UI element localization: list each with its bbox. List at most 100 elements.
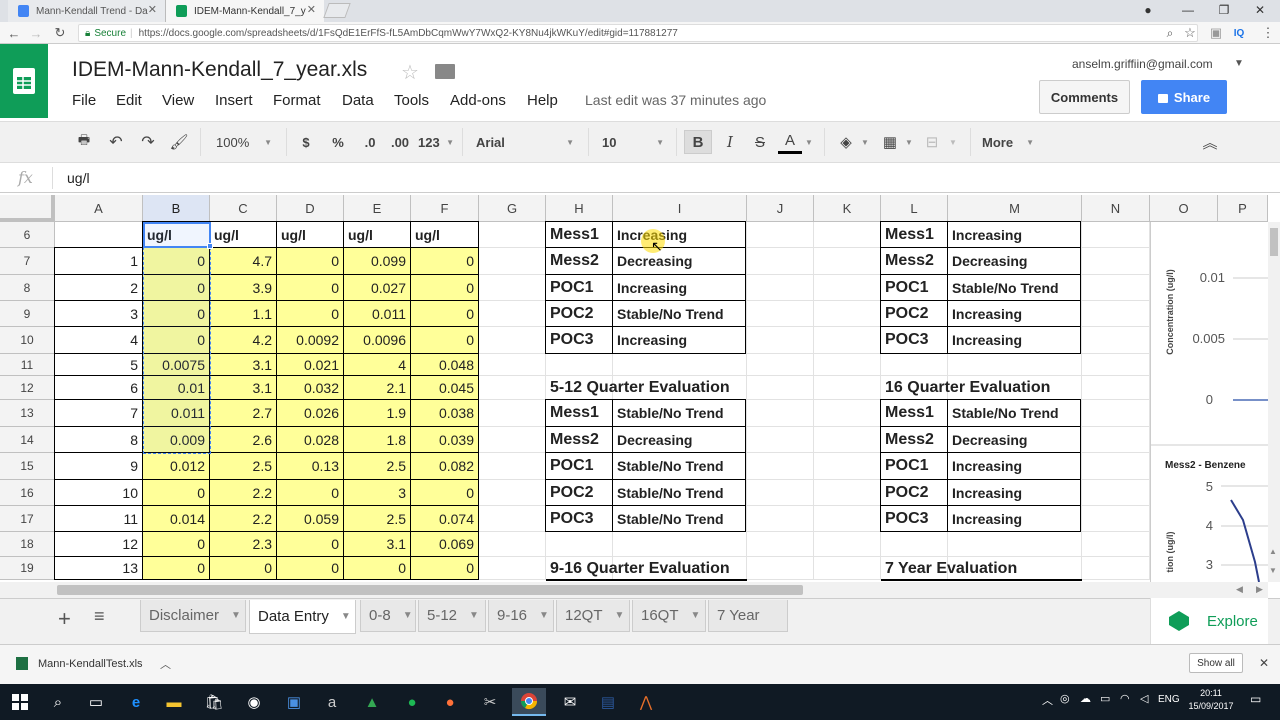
eval-trend-cell[interactable]: Stable/No Trend xyxy=(612,505,746,532)
word-icon[interactable]: ▤ xyxy=(594,688,622,716)
evaluation-section-title[interactable]: 16 Quarter Evaluation xyxy=(881,376,1121,400)
data-cell[interactable]: 2.6 xyxy=(209,426,277,453)
column-header-g[interactable]: G xyxy=(479,195,546,222)
data-cell[interactable]: 0 xyxy=(209,556,277,580)
eval-trend-cell[interactable]: Decreasing xyxy=(612,426,746,453)
column-header-n[interactable]: N xyxy=(1082,195,1150,222)
column-header-j[interactable]: J xyxy=(747,195,814,222)
data-cell[interactable]: 0.021 xyxy=(276,353,344,376)
eval-location-cell[interactable]: POC2 xyxy=(880,300,948,327)
clock-date[interactable]: 15/09/2017 xyxy=(1186,701,1236,711)
collapse-toolbar-icon[interactable]: ︽ xyxy=(1198,130,1222,154)
eval-location-cell[interactable]: Mess1 xyxy=(880,221,948,248)
more-button[interactable]: More ▼ xyxy=(978,130,1038,154)
google-drive-icon[interactable]: ▲ xyxy=(358,688,386,716)
formula-input[interactable]: ug/l xyxy=(67,170,90,186)
maximize-icon[interactable]: ❐ xyxy=(1206,0,1242,20)
row-header[interactable]: 11 xyxy=(0,354,55,376)
data-cell[interactable]: 0 xyxy=(410,479,479,506)
eval-trend-cell[interactable]: Increasing xyxy=(947,300,1081,327)
column-header-e[interactable]: E xyxy=(344,195,411,222)
add-sheet-icon[interactable]: + xyxy=(58,606,71,632)
data-cell[interactable]: 0 xyxy=(142,300,210,327)
sheet-tab-menu-icon[interactable]: ▼ xyxy=(539,610,549,621)
menu-file[interactable]: File xyxy=(72,92,96,109)
scroll-up-icon[interactable]: ▲ xyxy=(1269,547,1277,556)
data-cell[interactable]: 0 xyxy=(142,274,210,301)
scroll-right-icon[interactable]: ▶ xyxy=(1256,584,1263,595)
menu-format[interactable]: Format xyxy=(273,92,321,109)
data-cell[interactable]: 0 xyxy=(410,300,479,327)
column-header-d[interactable]: D xyxy=(277,195,344,222)
data-cell[interactable]: 8 xyxy=(54,426,143,453)
eval-trend-cell[interactable]: Increasing xyxy=(947,505,1081,532)
active-cell[interactable] xyxy=(143,222,211,248)
mail-icon[interactable]: ✉ xyxy=(556,688,584,716)
data-cell[interactable]: 0 xyxy=(410,556,479,580)
eval-location-cell[interactable]: Mess2 xyxy=(880,247,948,275)
eval-trend-cell[interactable]: Stable/No Trend xyxy=(612,399,746,427)
increase-decimal-button[interactable]: .00 xyxy=(386,130,414,154)
column-header-a[interactable]: A xyxy=(55,195,143,222)
battery-icon[interactable]: ▭ xyxy=(1100,692,1110,705)
data-cell[interactable]: 0 xyxy=(142,556,210,580)
data-cell[interactable]: 11 xyxy=(54,505,143,532)
eval-trend-cell[interactable]: Decreasing xyxy=(612,247,746,275)
eval-location-cell[interactable]: Mess2 xyxy=(545,247,613,275)
menu-data[interactable]: Data xyxy=(342,92,374,109)
column-header-f[interactable]: F xyxy=(411,195,479,222)
unit-header-cell[interactable]: ug/l xyxy=(209,221,277,248)
windows-start-icon[interactable] xyxy=(6,688,34,716)
url-field[interactable]: 🔒︎ Secure | https://docs.google.com/spre… xyxy=(78,24,1198,42)
row-header[interactable]: 16 xyxy=(0,480,55,506)
search-icon[interactable]: ⌕ xyxy=(44,688,72,716)
column-header-k[interactable]: K xyxy=(814,195,881,222)
action-center-icon[interactable]: ▭ xyxy=(1250,692,1261,706)
data-cell[interactable]: 0.13 xyxy=(276,452,344,480)
data-cell[interactable]: 0.099 xyxy=(343,247,411,275)
sheet-tab-0-8[interactable]: 0-8 ▼ xyxy=(360,600,416,632)
tray-chevron-icon[interactable]: ︿ xyxy=(1042,692,1053,708)
font-size-dropdown[interactable]: 10 ▼ xyxy=(596,130,670,154)
row-header[interactable]: 9 xyxy=(0,301,55,327)
close-downloads-icon[interactable]: ✕ xyxy=(1259,656,1269,670)
data-cell[interactable]: 5 xyxy=(54,353,143,376)
sheet-tab-menu-icon[interactable]: ▼ xyxy=(691,610,701,621)
folder-icon[interactable] xyxy=(435,64,455,79)
eval-location-cell[interactable]: Mess2 xyxy=(545,426,613,453)
eval-trend-cell[interactable]: Stable/No Trend xyxy=(612,300,746,327)
unit-header-cell[interactable]: ug/l xyxy=(410,221,479,248)
data-cell[interactable]: 0 xyxy=(276,300,344,327)
column-header-l[interactable]: L xyxy=(881,195,948,222)
fill-color-icon[interactable]: ◈ xyxy=(834,130,858,154)
data-cell[interactable]: 2.2 xyxy=(209,479,277,506)
sheet-tab-16qt[interactable]: 16QT ▼ xyxy=(632,600,706,632)
font-family-dropdown[interactable]: Arial ▼ xyxy=(470,130,580,154)
data-cell[interactable]: 2.3 xyxy=(209,531,277,557)
data-cell[interactable]: 0.069 xyxy=(410,531,479,557)
menu-view[interactable]: View xyxy=(162,92,194,109)
data-cell[interactable]: 0.01 xyxy=(142,375,210,400)
column-header-b[interactable]: B xyxy=(143,195,210,222)
download-options-icon[interactable]: ︿ xyxy=(160,656,171,672)
eval-location-cell[interactable]: POC1 xyxy=(545,274,613,301)
language-indicator[interactable]: ENG xyxy=(1158,694,1180,705)
eval-trend-cell[interactable]: Stable/No Trend xyxy=(612,479,746,506)
eval-trend-cell[interactable]: Decreasing xyxy=(947,426,1081,453)
row-header[interactable]: 12 xyxy=(0,376,55,400)
eval-location-cell[interactable]: POC1 xyxy=(880,274,948,301)
eval-location-cell[interactable]: POC3 xyxy=(545,326,613,354)
menu-addons[interactable]: Add-ons xyxy=(450,92,506,109)
row-header[interactable]: 19 xyxy=(0,557,55,580)
data-cell[interactable]: 0 xyxy=(276,556,344,580)
data-cell[interactable]: 3.1 xyxy=(209,353,277,376)
eval-trend-cell[interactable]: Increasing xyxy=(947,221,1081,248)
row-header[interactable]: 14 xyxy=(0,427,55,453)
chrome-icon[interactable] xyxy=(512,688,546,716)
spotify-icon[interactable]: ● xyxy=(398,688,426,716)
print-icon[interactable]: 🖶︎ xyxy=(72,130,96,154)
data-cell[interactable]: 2 xyxy=(54,274,143,301)
data-cell[interactable]: 0 xyxy=(142,479,210,506)
text-color-dropdown-icon[interactable]: ▼ xyxy=(802,130,816,154)
data-cell[interactable]: 0.059 xyxy=(276,505,344,532)
